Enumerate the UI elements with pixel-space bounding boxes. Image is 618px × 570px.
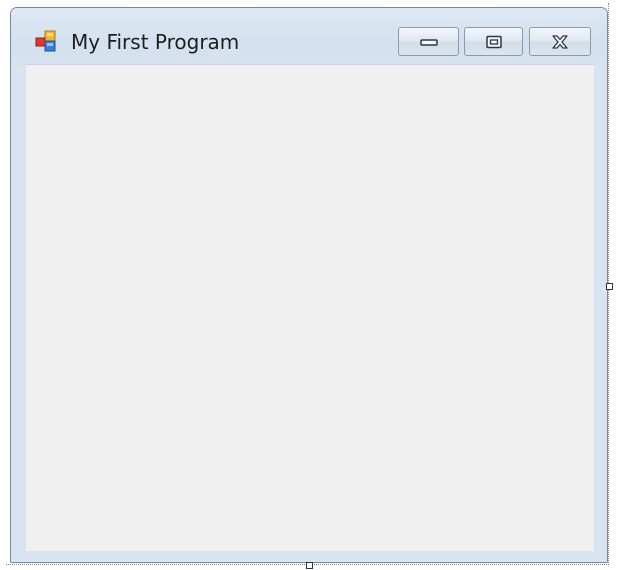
maximize-icon [485, 35, 503, 49]
close-icon [549, 34, 571, 50]
minimize-icon [419, 36, 439, 48]
maximize-button[interactable] [464, 27, 523, 56]
resize-handle-right[interactable] [606, 283, 613, 290]
close-button[interactable] [529, 27, 591, 56]
form-client-area[interactable] [26, 64, 594, 551]
title-bar[interactable]: My First Program [11, 8, 607, 65]
minimize-button[interactable] [398, 27, 459, 56]
form-app-icon [35, 30, 57, 52]
designer-canvas: My First Program [0, 0, 618, 570]
resize-handle-bottom[interactable] [306, 562, 313, 569]
form-window: My First Program [10, 7, 608, 563]
window-title: My First Program [71, 30, 240, 54]
